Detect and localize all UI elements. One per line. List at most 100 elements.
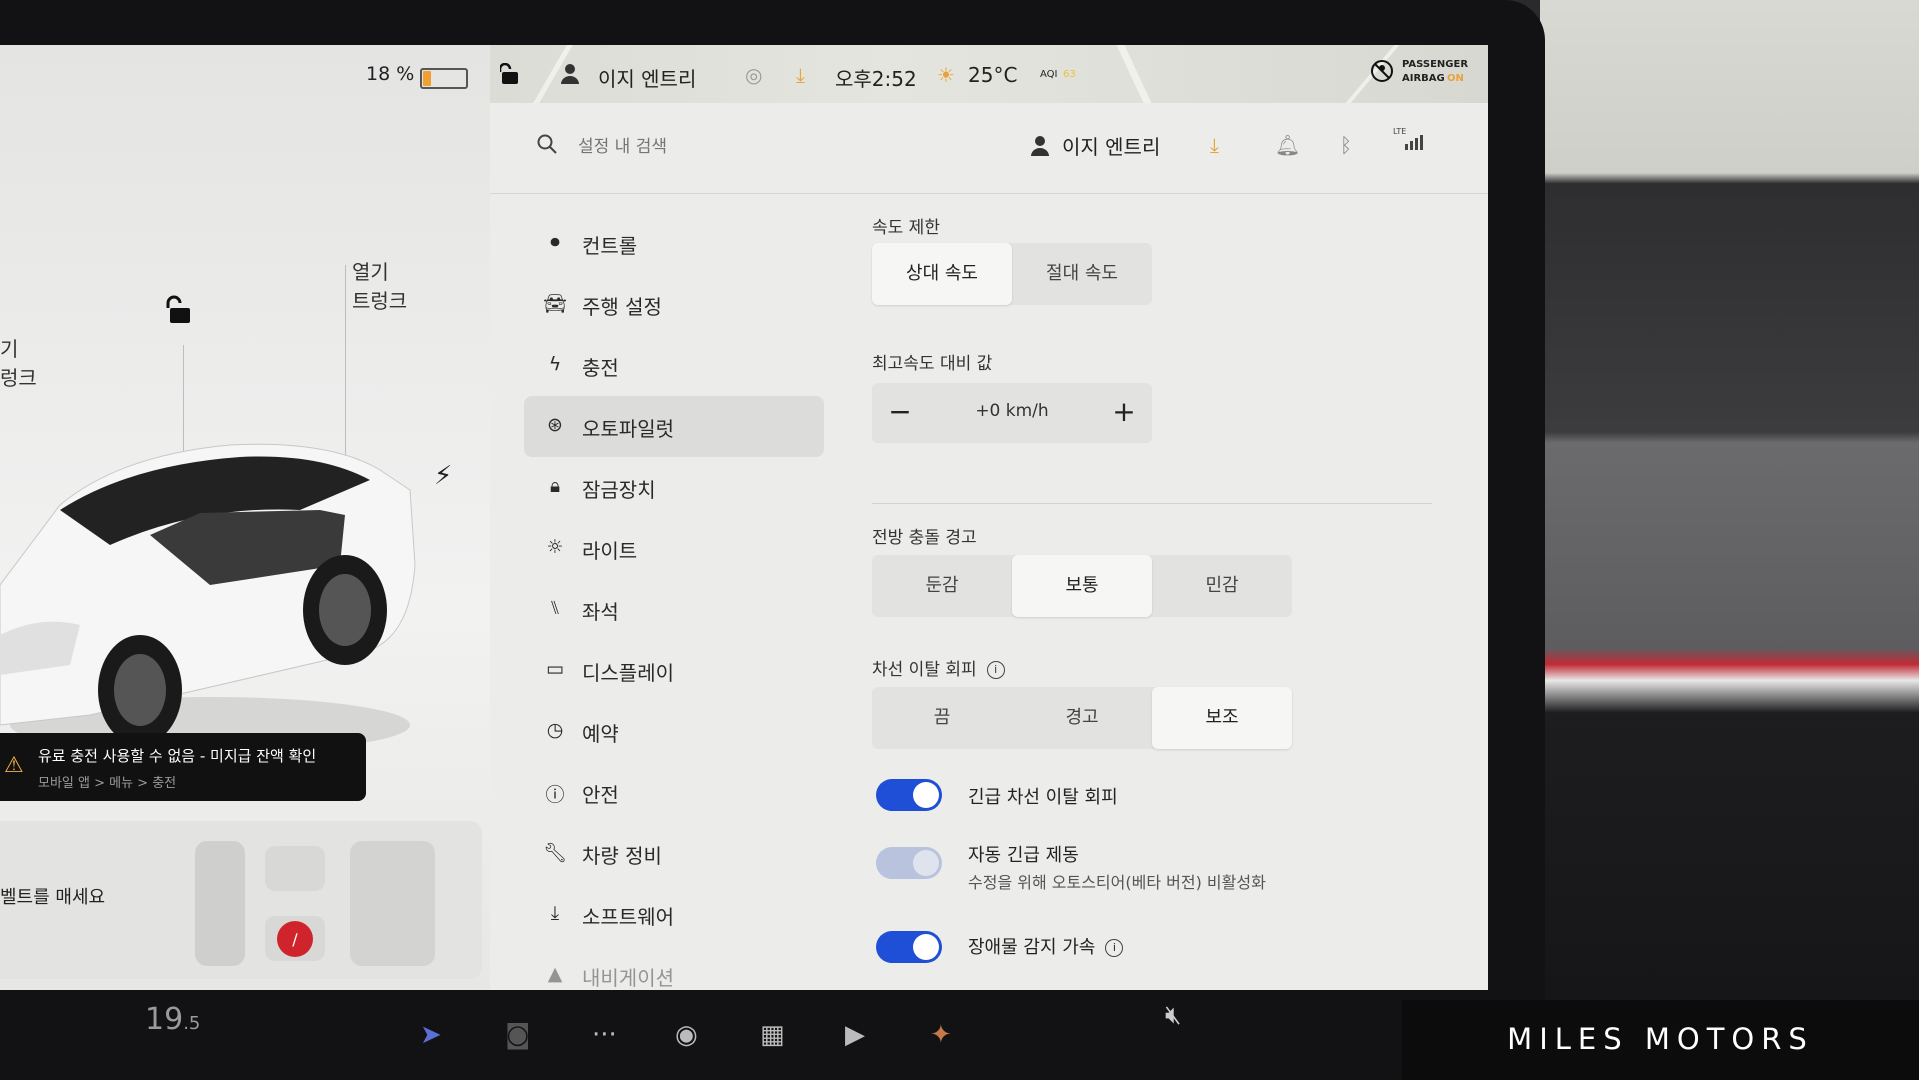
menu-label: 차량 정비 — [582, 844, 662, 868]
charging-alert[interactable]: ⚠ 유료 충전 사용할 수 없음 - 미지급 잔액 확인 모바일 앱 > 메뉴 … — [0, 733, 366, 801]
menu-item-charging[interactable]: ϟ 충전 — [524, 335, 824, 396]
camera-app-icon[interactable]: ◙ — [505, 1020, 530, 1050]
toggle-knob — [913, 782, 939, 808]
car-panel: 18 % 기 렁크 열기 트렁크 ⚡ ⚠ 유료 충전 사용할 수 없음 - 미지… — [0, 45, 490, 990]
airbag-line1: PASSENGER — [1402, 59, 1469, 70]
update-download-icon[interactable]: ⤓ — [796, 63, 805, 87]
steering-wheel-icon: ⊛ — [547, 414, 563, 436]
status-profile-name[interactable]: 이지 엔트리 — [598, 63, 696, 92]
trunk-line2: 트렁크 — [352, 289, 408, 313]
menu-label: 컨트롤 — [582, 234, 638, 258]
aqi-label: AQI — [1040, 69, 1058, 80]
cabin-temperature[interactable]: 19.5 — [145, 1002, 200, 1037]
speed-limit-segmented: 상대 속도 절대 속도 — [872, 243, 1152, 305]
search-icon[interactable] — [536, 133, 558, 159]
seatbelt-reminder: 벨트를 매세요 — [0, 887, 106, 908]
touchscreen: 18 % 기 렁크 열기 트렁크 ⚡ ⚠ 유료 충전 사용할 수 없음 - 미지… — [0, 45, 1488, 990]
menu-label: 충전 — [582, 356, 619, 380]
lane-off[interactable]: 끔 — [872, 687, 1012, 749]
navigation-icon: ▲ — [547, 963, 563, 985]
signal-icon — [1405, 131, 1427, 155]
offset-label: 최고속도 대비 값 — [872, 354, 993, 374]
menu-item-locks[interactable]: 🔒︎ 잠금장치 — [524, 457, 824, 518]
info-circle-icon: ⓘ — [545, 784, 565, 806]
menu-item-autopilot[interactable]: ⊛ 오토파일럿 — [524, 396, 824, 457]
aeb-label: 자동 긴급 제동 — [968, 845, 1079, 866]
calendar-app-icon[interactable]: ▦ — [760, 1020, 785, 1050]
frunk-line1: 기 — [0, 337, 19, 361]
media-icon[interactable]: ◉ — [675, 1020, 698, 1050]
lane-warning[interactable]: 경고 — [1012, 687, 1152, 749]
divider — [872, 503, 1432, 504]
menu-label: 내비게이션 — [582, 966, 674, 990]
alert-title: 유료 충전 사용할 수 없음 - 미지급 잔액 확인 — [38, 747, 317, 765]
battery-fill — [423, 71, 431, 86]
map-road — [1116, 45, 1152, 103]
display-icon: ▭ — [546, 658, 564, 680]
obstacle-accel-text: 장애물 감지 가속 — [968, 937, 1096, 958]
aqi-value: 63 — [1063, 69, 1076, 80]
menu-item-display[interactable]: ▭ 디스플레이 — [524, 640, 824, 701]
settings-search-input[interactable] — [576, 129, 960, 165]
fcw-early[interactable]: 민감 — [1152, 555, 1292, 617]
settings-header: 이지 엔트리 ⤓ 🔔︎ ᛒ LTE — [490, 103, 1488, 194]
temp-decimal: .5 — [183, 1013, 201, 1034]
charge-port-icon[interactable]: ⚡ — [434, 461, 452, 491]
info-icon[interactable]: i — [986, 661, 1005, 679]
nav-app-icon[interactable]: ➤ — [420, 1020, 442, 1050]
unlock-icon[interactable] — [166, 295, 194, 329]
info-icon[interactable]: i — [1105, 939, 1124, 957]
bell-icon[interactable]: 🔔︎ — [1275, 133, 1300, 157]
lane-departure-segmented: 끔 경고 보조 — [872, 687, 1292, 749]
toggle-knob — [913, 850, 939, 876]
settings-menu: ⏺ 컨트롤 🚘︎ 주행 설정 ϟ 충전 ⊛ 오토파일럿 🔒︎ 잠금장치 ☼ 라이트 ⑊ 좌석 … — [524, 213, 824, 990]
trunk-line1: 열기 — [352, 260, 389, 284]
clock-icon: ◷ — [546, 719, 564, 741]
seat-map-icon: ∕ — [195, 841, 435, 966]
lock-status-icon[interactable] — [498, 62, 520, 90]
fcw-medium[interactable]: 보통 — [1012, 555, 1152, 617]
menu-item-navigation[interactable]: ▲ 내비게이션 — [524, 945, 824, 990]
car-icon: 🚘︎ — [542, 293, 568, 315]
battery-icon — [420, 68, 468, 89]
menu-item-lights[interactable]: ☼ 라이트 — [524, 518, 824, 579]
temp-whole: 19 — [145, 1002, 184, 1037]
increase-button[interactable]: + — [1102, 391, 1146, 435]
frunk-open-button[interactable]: 기 렁크 — [0, 335, 37, 393]
theater-app-icon[interactable]: ▶ — [845, 1020, 865, 1050]
speed-offset-stepper: − +0 km/h + — [872, 383, 1152, 443]
menu-item-software[interactable]: ⤓ 소프트웨어 — [524, 884, 824, 945]
bluetooth-icon[interactable]: ᛒ — [1340, 133, 1352, 157]
menu-label: 오토파일럿 — [582, 417, 674, 441]
header-profile[interactable]: 이지 엔트리 — [1030, 131, 1160, 160]
sun-icon: ☼ — [546, 536, 564, 558]
menu-item-schedule[interactable]: ◷ 예약 — [524, 701, 824, 762]
menu-item-driving[interactable]: 🚘︎ 주행 설정 — [524, 274, 824, 335]
lane-assist[interactable]: 보조 — [1152, 687, 1292, 749]
status-bar: 이지 엔트리 ◎ ⤓ 오후2:52 ☀ 25°C AQI 63 PASSENGE… — [490, 45, 1488, 103]
menu-item-safety[interactable]: ⓘ 안전 — [524, 762, 824, 823]
clock-time: 오후2:52 — [835, 67, 917, 91]
fcw-segmented: 둔감 보통 민감 — [872, 555, 1292, 617]
emergency-lane-toggle[interactable] — [876, 779, 942, 811]
airbag-icon — [1370, 59, 1394, 88]
decrease-button[interactable]: − — [878, 391, 922, 435]
volume-mute-icon[interactable]: 🔇︎ — [1165, 1000, 1181, 1031]
menu-label: 예약 — [582, 722, 619, 746]
more-apps-icon[interactable]: ··· — [592, 1020, 617, 1050]
menu-label: 잠금장치 — [582, 478, 656, 502]
toggle-icon: ⏺ — [550, 231, 560, 253]
menu-item-service[interactable]: 🔧︎ 차량 정비 — [524, 823, 824, 884]
weather-sun-icon: ☀ — [937, 63, 955, 87]
speed-limit-relative[interactable]: 상대 속도 — [872, 243, 1012, 305]
download-icon[interactable]: ⤓ — [1210, 133, 1219, 157]
fcw-late[interactable]: 둔감 — [872, 555, 1012, 617]
menu-item-controls[interactable]: ⏺ 컨트롤 — [524, 213, 824, 274]
toybox-app-icon[interactable]: ✦ — [930, 1020, 952, 1050]
alert-subtitle: 모바일 앱 > 메뉴 > 충전 — [38, 776, 177, 791]
toggle-knob — [913, 934, 939, 960]
obstacle-accel-toggle[interactable] — [876, 931, 942, 963]
menu-item-seats[interactable]: ⑊ 좌석 — [524, 579, 824, 640]
speed-limit-absolute[interactable]: 절대 속도 — [1012, 243, 1152, 305]
trunk-open-button[interactable]: 열기 트렁크 — [352, 258, 407, 316]
